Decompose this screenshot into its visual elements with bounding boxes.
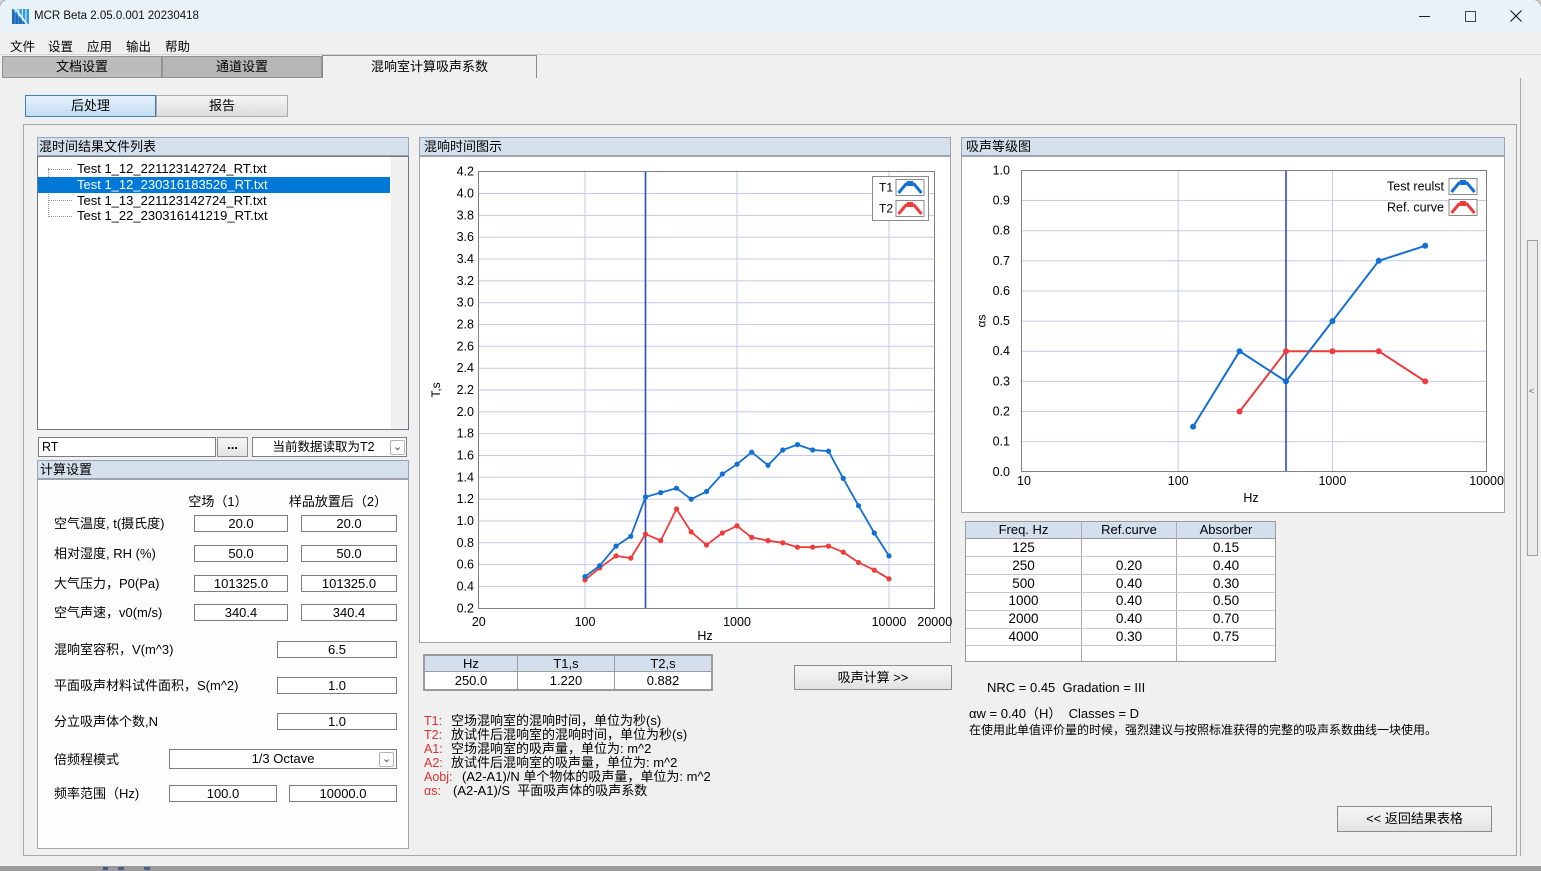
- svg-text:0.2: 0.2: [457, 601, 474, 615]
- svg-text:2.0: 2.0: [457, 405, 474, 419]
- svg-text:1.2: 1.2: [457, 492, 474, 506]
- svg-text:Hz: Hz: [1243, 491, 1258, 505]
- svg-text:3.8: 3.8: [457, 208, 474, 222]
- svg-text:2.2: 2.2: [457, 383, 474, 397]
- svg-text:Ref. curve: Ref. curve: [1387, 201, 1444, 215]
- svg-text:αs: αs: [975, 315, 989, 328]
- svg-text:3.4: 3.4: [457, 252, 474, 266]
- svg-text:3.0: 3.0: [457, 296, 474, 310]
- svg-text:0.8: 0.8: [993, 224, 1010, 238]
- svg-text:3.6: 3.6: [457, 230, 474, 244]
- svg-text:0.5: 0.5: [993, 314, 1010, 328]
- svg-text:0.9: 0.9: [993, 194, 1010, 208]
- svg-text:0.7: 0.7: [993, 254, 1010, 268]
- svg-text:0.4: 0.4: [993, 344, 1010, 358]
- svg-text:20000: 20000: [917, 615, 952, 629]
- svg-text:10000: 10000: [872, 615, 907, 629]
- svg-text:1000: 1000: [723, 615, 751, 629]
- svg-text:1.4: 1.4: [457, 470, 474, 484]
- svg-text:100: 100: [1168, 474, 1189, 488]
- svg-text:0.6: 0.6: [457, 558, 474, 572]
- svg-text:4.0: 4.0: [457, 187, 474, 201]
- svg-text:1000: 1000: [1318, 474, 1346, 488]
- svg-text:T2: T2: [879, 202, 893, 216]
- svg-text:0.1: 0.1: [993, 435, 1010, 449]
- svg-text:0.2: 0.2: [993, 405, 1010, 419]
- svg-text:1.6: 1.6: [457, 449, 474, 463]
- svg-text:2.8: 2.8: [457, 318, 474, 332]
- svg-text:100: 100: [575, 615, 596, 629]
- svg-text:0.8: 0.8: [457, 536, 474, 550]
- svg-text:1.0: 1.0: [993, 163, 1010, 177]
- svg-text:T1: T1: [879, 181, 893, 195]
- svg-text:4.2: 4.2: [457, 165, 474, 179]
- svg-text:3.2: 3.2: [457, 274, 474, 288]
- svg-text:20: 20: [472, 615, 486, 629]
- svg-text:10000: 10000: [1469, 474, 1504, 488]
- svg-text:10: 10: [1017, 474, 1031, 488]
- svg-text:2.4: 2.4: [457, 361, 474, 375]
- svg-text:T,s: T,s: [429, 382, 443, 397]
- svg-text:0.4: 0.4: [457, 580, 474, 594]
- svg-text:Hz: Hz: [697, 629, 712, 643]
- svg-text:1.0: 1.0: [457, 514, 474, 528]
- svg-text:1.8: 1.8: [457, 427, 474, 441]
- svg-text:Test reulst: Test reulst: [1387, 180, 1444, 194]
- svg-text:0.6: 0.6: [993, 284, 1010, 298]
- svg-text:0.0: 0.0: [993, 465, 1010, 479]
- svg-text:2.6: 2.6: [457, 339, 474, 353]
- svg-text:0.3: 0.3: [993, 374, 1010, 388]
